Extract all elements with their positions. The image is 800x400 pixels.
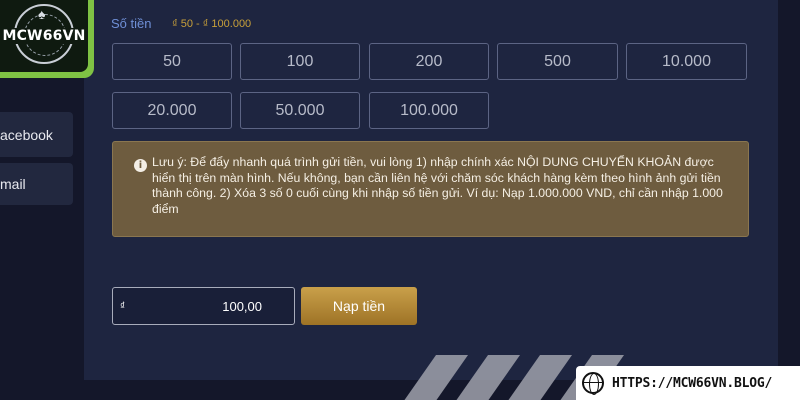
deposit-screen: acebook mail Số tiền ₫ 50 - ₫ 100.000 50… — [0, 0, 800, 400]
sidebar-item-label: mail — [0, 176, 26, 192]
quick-amount-button[interactable]: 50 — [112, 43, 232, 80]
deposit-button[interactable]: Nạp tiền — [301, 287, 417, 325]
currency-symbol: ₫ — [120, 301, 126, 312]
notice-text: Lưu ý: Để đẩy nhanh quá trình gửi tiền, … — [152, 155, 723, 216]
quick-amount-button[interactable]: 500 — [497, 43, 618, 80]
quick-amount-button[interactable]: 50.000 — [240, 92, 360, 129]
spade-icon: ♠ — [38, 6, 46, 22]
amount-label: Số tiền — [111, 16, 152, 31]
logo-emblem: ♠ MCW66VN — [0, 0, 88, 72]
quick-amount-button[interactable]: 10.000 — [626, 43, 747, 80]
logo-text: MCW66VN — [0, 28, 88, 44]
info-icon: i — [134, 159, 147, 172]
sidebar-item-facebook[interactable]: acebook — [0, 112, 73, 157]
sidebar-item-email[interactable]: mail — [0, 163, 73, 205]
logo[interactable]: ♠ MCW66VN — [0, 0, 94, 78]
amount-range: ₫ 50 - ₫ 100.000 — [172, 18, 252, 30]
quick-amount-button[interactable]: 20.000 — [112, 92, 232, 129]
url-text: HTTPS://MCW66VN.BLOG/ — [612, 375, 773, 391]
amount-input[interactable] — [132, 288, 262, 324]
url-watermark: HTTPS://MCW66VN.BLOG/ — [576, 366, 800, 400]
globe-icon — [582, 372, 604, 395]
quick-amount-button[interactable]: 100.000 — [369, 92, 489, 129]
quick-amount-button[interactable]: 100 — [240, 43, 360, 80]
quick-amount-button[interactable]: 200 — [369, 43, 489, 80]
sidebar-item-label: acebook — [0, 126, 53, 143]
